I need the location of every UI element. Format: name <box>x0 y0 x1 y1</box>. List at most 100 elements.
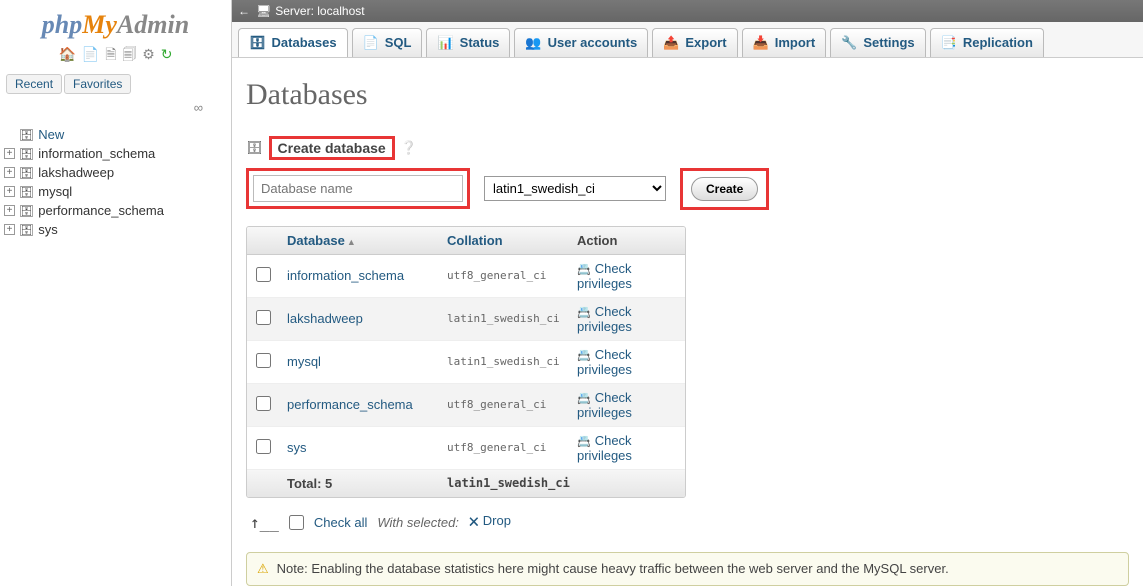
server-icon: 🖥 <box>256 4 271 18</box>
privileges-icon: 📇 <box>577 264 591 276</box>
status-icon: 📊 <box>437 35 453 51</box>
db-icon: 🗄 <box>19 204 34 218</box>
expand-icon[interactable]: + <box>4 148 15 159</box>
table-row: sys utf8_general_ci 📇Check privileges <box>247 427 685 470</box>
table-row: lakshadweep latin1_swedish_ci 📇Check pri… <box>247 298 685 341</box>
logo-part-admin: Admin <box>117 10 189 39</box>
note-box: ⚠ Note: Enabling the database statistics… <box>246 552 1129 586</box>
check-privileges-link[interactable]: 📇Check privileges <box>577 304 632 334</box>
table-row: information_schema utf8_general_ci 📇Chec… <box>247 255 685 298</box>
check-privileges-link[interactable]: 📇Check privileges <box>577 347 632 377</box>
sql-icon: 📄 <box>363 35 379 51</box>
tab-export[interactable]: 📤Export <box>652 28 737 57</box>
collation-value: latin1_swedish_ci <box>439 349 569 374</box>
drop-link[interactable]: 🗙Drop <box>469 512 511 534</box>
collation-value: utf8_general_ci <box>439 263 569 288</box>
with-selected-label: With selected: <box>377 515 459 530</box>
check-all-label[interactable]: Check all <box>314 515 367 530</box>
db-add-icon: 🗄 <box>246 140 263 156</box>
sidebar: phpMyAdmin 🏠 📄 🗎 🗐 ⚙ ↻ Recent Favorites … <box>0 0 232 586</box>
db-link[interactable]: mysql <box>279 348 439 375</box>
tab-user-accounts[interactable]: 👥User accounts <box>514 28 648 57</box>
collapse-sidebar-icon[interactable]: ← <box>238 4 250 18</box>
check-privileges-link[interactable]: 📇Check privileges <box>577 261 632 291</box>
row-checkbox[interactable] <box>256 439 271 454</box>
tab-favorites[interactable]: Favorites <box>64 74 131 94</box>
reload-icon[interactable]: ↻ <box>161 46 173 62</box>
table-row: mysql latin1_swedish_ci 📇Check privilege… <box>247 341 685 384</box>
db-link[interactable]: performance_schema <box>279 391 439 418</box>
db-link[interactable]: information_schema <box>279 262 439 289</box>
breadcrumb[interactable]: Server: localhost <box>275 4 364 18</box>
tree-item-performance-schema[interactable]: + 🗄 performance_schema <box>4 201 231 220</box>
db-icon: 🗄 <box>19 223 34 237</box>
check-all-checkbox[interactable] <box>289 515 304 530</box>
sidebar-tabs: Recent Favorites <box>0 74 231 98</box>
tab-databases[interactable]: 🗄Databases <box>238 28 348 57</box>
row-checkbox[interactable] <box>256 310 271 325</box>
topbar: ← 🖥 Server: localhost <box>232 0 1143 22</box>
arrow-up-icon: ↑__ <box>250 513 279 532</box>
logo[interactable]: phpMyAdmin <box>0 4 231 42</box>
table-row: performance_schema utf8_general_ci 📇Chec… <box>247 384 685 427</box>
row-checkbox[interactable] <box>256 267 271 282</box>
tree-item-lakshadweep[interactable]: + 🗄 lakshadweep <box>4 163 231 182</box>
expand-icon[interactable]: + <box>4 205 15 216</box>
gear-icon[interactable]: ⚙ <box>142 46 155 62</box>
database-name-input[interactable] <box>253 175 463 202</box>
sidebar-toolbar: 🏠 📄 🗎 🗐 ⚙ ↻ <box>0 42 231 74</box>
databases-table: Database▲ Collation Action information_s… <box>246 226 686 498</box>
tree-item-mysql[interactable]: + 🗄 mysql <box>4 182 231 201</box>
privileges-icon: 📇 <box>577 307 591 319</box>
row-checkbox[interactable] <box>256 353 271 368</box>
navi-icon[interactable]: 🗐 <box>122 46 136 62</box>
help-icon[interactable]: ❔ <box>401 140 417 156</box>
create-database-form: latin1_swedish_ci Create <box>246 168 1129 210</box>
tree-item-sys[interactable]: + 🗄 sys <box>4 220 231 239</box>
logo-part-my: My <box>82 10 117 39</box>
expand-icon[interactable]: + <box>4 186 15 197</box>
main-tabs: 🗄Databases 📄SQL 📊Status 👥User accounts 📤… <box>232 22 1143 58</box>
privileges-icon: 📇 <box>577 436 591 448</box>
home-icon[interactable]: 🏠 <box>59 46 76 62</box>
collation-value: utf8_general_ci <box>439 392 569 417</box>
col-header-collation[interactable]: Collation <box>439 227 569 254</box>
create-button[interactable]: Create <box>691 177 758 201</box>
tab-import[interactable]: 📥Import <box>742 28 827 57</box>
bulk-actions: ↑__ Check all With selected: 🗙Drop <box>246 498 1129 548</box>
expand-icon[interactable]: + <box>4 167 15 178</box>
note-text: Note: Enabling the database statistics h… <box>277 561 949 576</box>
logo-part-php: php <box>42 10 82 39</box>
db-icon: 🗄 <box>19 185 34 199</box>
row-checkbox[interactable] <box>256 396 271 411</box>
warning-icon: ⚠ <box>257 561 269 577</box>
tree-new[interactable]: + 🗄 New <box>4 125 231 144</box>
logout-icon[interactable]: 📄 <box>82 46 99 62</box>
expand-icon[interactable]: + <box>4 224 15 235</box>
create-database-heading: 🗄 Create database ❔ <box>246 136 1129 160</box>
tree-item-information-schema[interactable]: + 🗄 information_schema <box>4 144 231 163</box>
table-header: Database▲ Collation Action <box>247 227 685 255</box>
db-link[interactable]: lakshadweep <box>279 305 439 332</box>
users-icon: 👥 <box>525 35 541 51</box>
check-privileges-link[interactable]: 📇Check privileges <box>577 390 632 420</box>
tab-replication[interactable]: 📑Replication <box>930 28 1044 57</box>
col-header-database[interactable]: Database▲ <box>279 227 439 254</box>
collation-value: latin1_swedish_ci <box>439 306 569 331</box>
tab-settings[interactable]: 🔧Settings <box>830 28 925 57</box>
tab-sql[interactable]: 📄SQL <box>352 28 423 57</box>
docs-icon[interactable]: 🗎 <box>105 46 116 62</box>
tab-status[interactable]: 📊Status <box>426 28 510 57</box>
db-link[interactable]: sys <box>279 434 439 461</box>
tab-recent[interactable]: Recent <box>6 74 62 94</box>
create-database-label: Create database <box>278 140 386 156</box>
collapse-icon[interactable]: ∞ <box>0 98 231 121</box>
export-icon: 📤 <box>663 35 679 51</box>
collation-select[interactable]: latin1_swedish_ci <box>484 176 666 201</box>
total-label: Total: 5 <box>279 470 439 497</box>
db-tree: + 🗄 New + 🗄 information_schema + 🗄 laksh… <box>0 121 231 239</box>
check-privileges-link[interactable]: 📇Check privileges <box>577 433 632 463</box>
db-icon: 🗄 <box>19 166 34 180</box>
databases-icon: 🗄 <box>249 35 266 51</box>
db-icon: 🗄 <box>19 147 34 161</box>
